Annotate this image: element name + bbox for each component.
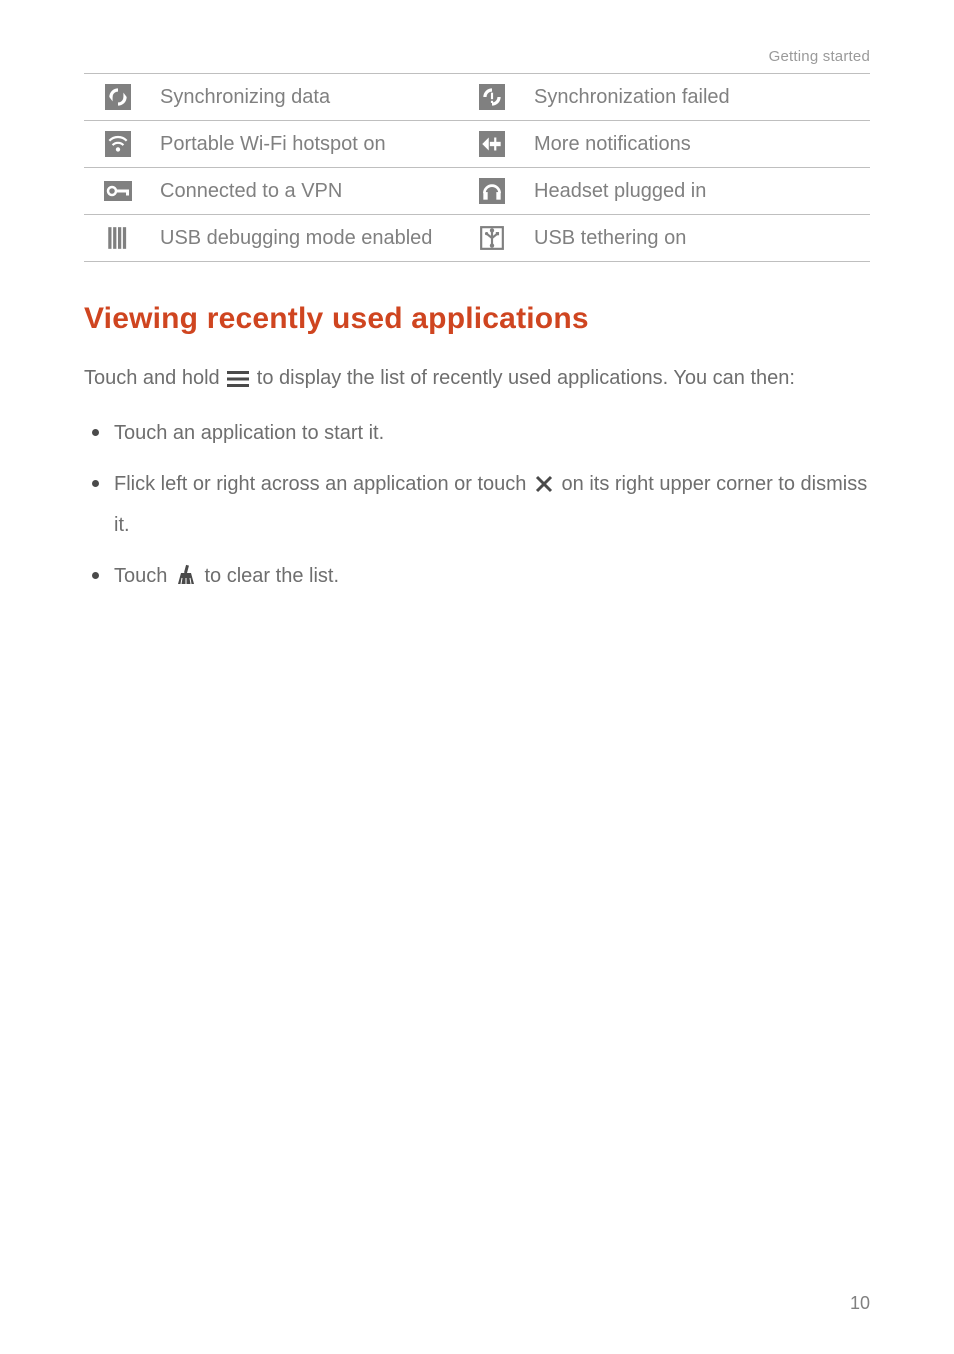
table-row: USB debugging mode enabled USB tethering… <box>84 215 870 262</box>
menu-icon <box>227 364 249 401</box>
text-fragment: Touch and hold <box>84 367 225 389</box>
cell-desc: Connected to a VPN <box>152 168 458 215</box>
table-row: Synchronizing data Synchronization faile… <box>84 74 870 121</box>
usb-tethering-icon <box>458 215 526 262</box>
page: Getting started Synchronizing data <box>0 0 954 1354</box>
cell-desc: Synchronizing data <box>152 74 458 121</box>
sync-icon <box>84 74 152 121</box>
cell-desc: Portable Wi-Fi hotspot on <box>152 121 458 168</box>
table-row: Connected to a VPN Headset plugged in <box>84 168 870 215</box>
cell-desc: USB debugging mode enabled <box>152 215 458 262</box>
text-fragment: Flick left or right across an applicatio… <box>114 473 532 495</box>
cell-desc: Headset plugged in <box>526 168 870 215</box>
headset-icon <box>458 168 526 215</box>
text-fragment: Touch <box>114 565 173 587</box>
bullet-list: Touch an application to start it. Flick … <box>84 415 870 599</box>
list-item: Flick left or right across an applicatio… <box>84 466 870 544</box>
intro-paragraph: Touch and hold to display the list of re… <box>84 360 870 401</box>
usb-debug-icon <box>84 215 152 262</box>
page-number: 10 <box>850 1293 870 1314</box>
list-item: Touch to clear the list. <box>84 558 870 599</box>
cell-desc: More notifications <box>526 121 870 168</box>
cell-desc: USB tethering on <box>526 215 870 262</box>
more-notifications-icon <box>458 121 526 168</box>
text-fragment: Touch an application to start it. <box>114 422 384 444</box>
text-fragment: to clear the list. <box>205 565 340 587</box>
section-heading: Viewing recently used applications <box>84 302 870 336</box>
list-item: Touch an application to start it. <box>84 415 870 452</box>
status-icons-table: Synchronizing data Synchronization faile… <box>84 73 870 262</box>
text-fragment: to display the list of recently used app… <box>257 367 795 389</box>
table-row: Portable Wi-Fi hotspot on More notificat… <box>84 121 870 168</box>
running-header: Getting started <box>84 48 870 65</box>
wifi-hotspot-icon <box>84 121 152 168</box>
broom-icon <box>175 562 197 599</box>
close-x-icon <box>534 470 554 507</box>
sync-failed-icon <box>458 74 526 121</box>
vpn-key-icon <box>84 168 152 215</box>
cell-desc: Synchronization failed <box>526 74 870 121</box>
